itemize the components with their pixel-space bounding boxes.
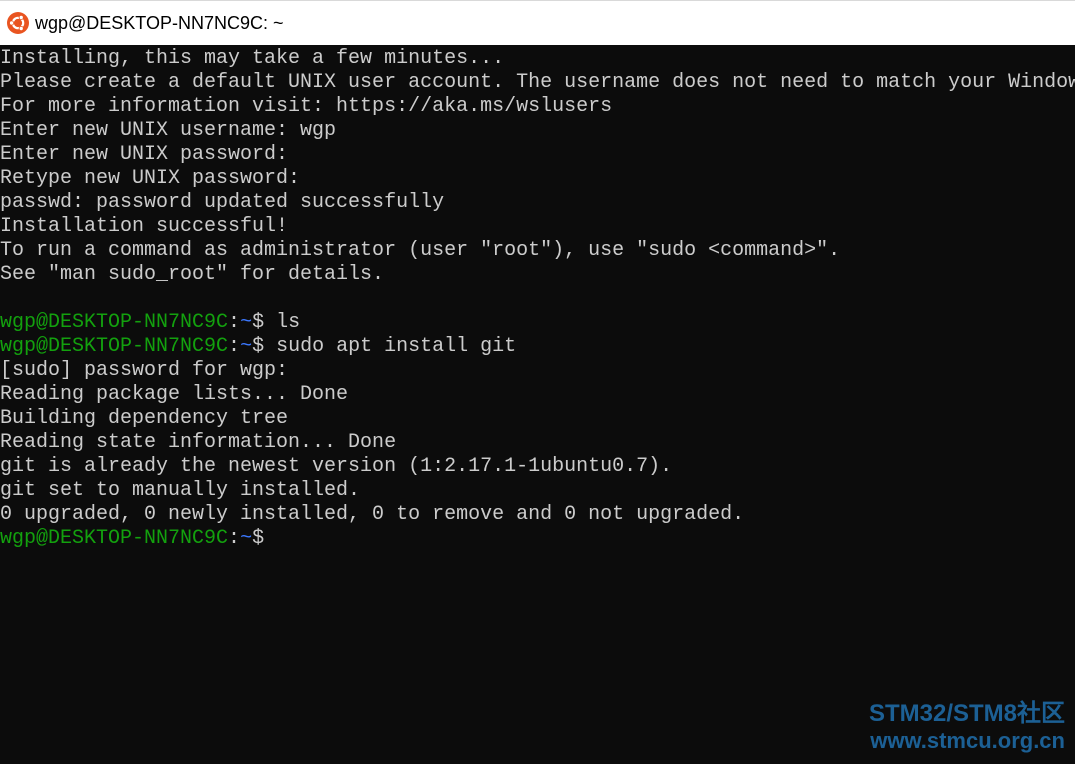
output-line: For more information visit: https://aka.… (0, 95, 613, 118)
prompt-separator: : (228, 335, 241, 358)
output-line: Please create a default UNIX user accoun… (0, 71, 1075, 94)
prompt-symbol: $ (252, 311, 265, 334)
prompt-path: ~ (240, 335, 253, 358)
prompt-path: ~ (240, 311, 253, 334)
output-line: Retype new UNIX password: (0, 167, 301, 190)
prompt-user: wgp@DESKTOP-NN7NC9C (0, 335, 229, 358)
prompt-path: ~ (240, 527, 253, 550)
watermark: STM32/STM8社区 www.stmcu.org.cn (869, 700, 1065, 754)
output-line: git set to manually installed. (0, 479, 361, 502)
output-line: [sudo] password for wgp: (0, 359, 289, 382)
terminal-output[interactable]: Installing, this may take a few minutes.… (0, 47, 1075, 764)
output-line: Enter new UNIX username: wgp (0, 119, 337, 142)
output-line: Enter new UNIX password: (0, 143, 289, 166)
title-bar[interactable]: wgp@DESKTOP-NN7NC9C: ~ (0, 0, 1075, 45)
watermark-line-1: STM32/STM8社区 (868, 700, 1065, 727)
prompt-separator: : (228, 527, 241, 550)
output-line: See "man sudo_root" for details. (0, 263, 385, 286)
prompt-user: wgp@DESKTOP-NN7NC9C (0, 311, 229, 334)
output-line: git is already the newest version (1:2.1… (0, 455, 673, 478)
output-line: Building dependency tree (0, 407, 289, 430)
watermark-line-2: www.stmcu.org.cn (870, 728, 1065, 753)
command-text: sudo apt install git (264, 335, 517, 358)
command-text: ls (264, 311, 301, 334)
terminal-window: wgp@DESKTOP-NN7NC9C: ~ Installing, this … (0, 0, 1075, 764)
output-line: Reading state information... Done (0, 431, 397, 454)
prompt-separator: : (228, 311, 241, 334)
prompt-symbol: $ (252, 335, 265, 358)
prompt-line: wgp@DESKTOP-NN7NC9C:~$ ls (0, 311, 1075, 335)
output-line: To run a command as administrator (user … (0, 239, 841, 262)
output-line: Reading package lists... Done (0, 383, 349, 406)
window-title: wgp@DESKTOP-NN7NC9C: ~ (35, 12, 284, 33)
prompt-line: wgp@DESKTOP-NN7NC9C:~$ (0, 527, 1075, 551)
output-line: Installation successful! (0, 215, 289, 238)
output-line: 0 upgraded, 0 newly installed, 0 to remo… (0, 503, 745, 526)
prompt-user: wgp@DESKTOP-NN7NC9C (0, 527, 229, 550)
output-line: Installing, this may take a few minutes.… (0, 47, 505, 70)
prompt-symbol: $ (252, 527, 265, 550)
ubuntu-icon (7, 12, 29, 34)
output-line: passwd: password updated successfully (0, 191, 445, 214)
prompt-line: wgp@DESKTOP-NN7NC9C:~$ sudo apt install … (0, 335, 1075, 359)
